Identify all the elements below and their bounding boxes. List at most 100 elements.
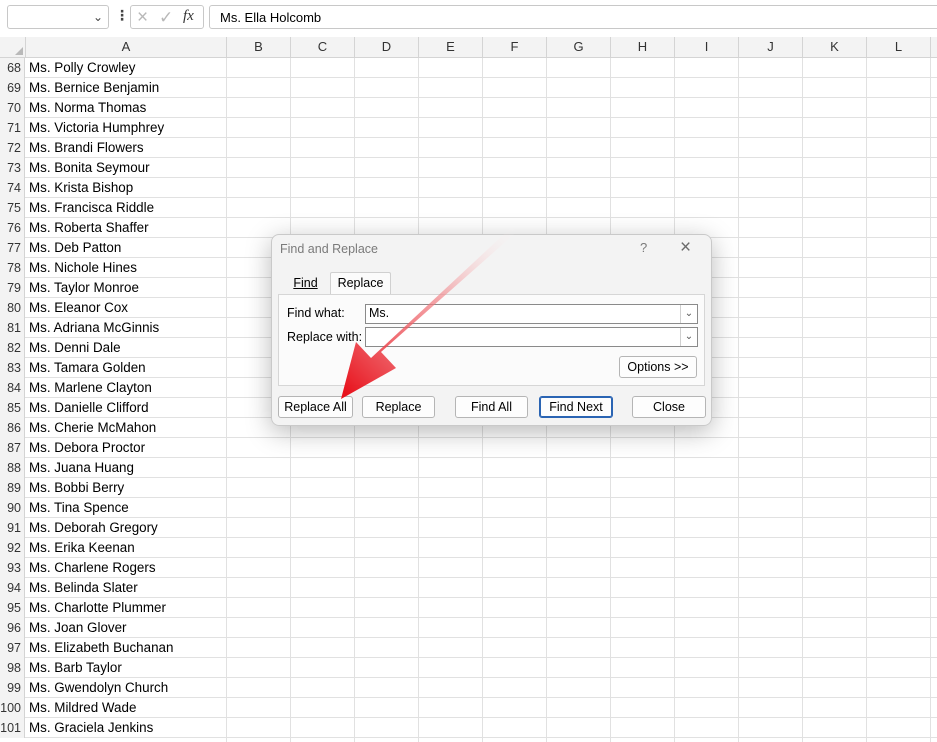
row-number[interactable]: 95 [0, 598, 25, 618]
close-button[interactable]: Close [632, 396, 706, 418]
column-header-i[interactable]: I [675, 37, 739, 57]
column-header-f[interactable]: F [483, 37, 547, 57]
close-icon[interactable]: × [680, 237, 691, 259]
row-number[interactable]: 70 [0, 98, 25, 118]
cell-a[interactable]: Ms. Norma Thomas [26, 98, 146, 118]
row-number[interactable]: 74 [0, 178, 25, 198]
cell-a[interactable]: Ms. Elizabeth Buchanan [26, 638, 173, 658]
cell-a[interactable]: Ms. Deb Patton [26, 238, 121, 258]
row-number[interactable]: 80 [0, 298, 25, 318]
row-number[interactable]: 99 [0, 678, 25, 698]
cell-a[interactable]: Ms. Nichole Hines [26, 258, 137, 278]
column-header-g[interactable]: G [547, 37, 611, 57]
column-header-j[interactable]: J [739, 37, 803, 57]
tab-replace[interactable]: Replace [330, 272, 391, 295]
select-all-corner[interactable] [0, 37, 26, 57]
column-header-e[interactable]: E [419, 37, 483, 57]
help-button[interactable]: ? [640, 240, 647, 255]
cell-a[interactable]: Ms. Mildred Wade [26, 698, 136, 718]
cell-a[interactable]: Ms. Charlotte Plummer [26, 598, 166, 618]
replace-with-input[interactable]: ⌄ [365, 327, 698, 347]
cell-a[interactable]: Ms. Eleanor Cox [26, 298, 128, 318]
column-header-h[interactable]: H [611, 37, 675, 57]
tab-find[interactable]: Find [280, 273, 331, 294]
cell-a[interactable]: Ms. Tamara Golden [26, 358, 146, 378]
chevron-down-icon[interactable]: ⌄ [680, 305, 697, 323]
column-header-a[interactable]: A [26, 37, 227, 57]
cell-a[interactable]: Ms. Bobbi Berry [26, 478, 124, 498]
row-number[interactable]: 73 [0, 158, 25, 178]
cancel-icon[interactable]: × [137, 7, 148, 29]
cell-a[interactable]: Ms. Charlene Rogers [26, 558, 156, 578]
cell-a[interactable]: Ms. Denni Dale [26, 338, 121, 358]
row-number[interactable]: 100 [0, 698, 25, 718]
chevron-down-icon[interactable]: ⌄ [93, 10, 103, 24]
cell-a[interactable]: Ms. Erika Keenan [26, 538, 135, 558]
row-number[interactable]: 87 [0, 438, 25, 458]
row-number[interactable]: 72 [0, 138, 25, 158]
cell-a[interactable]: Ms. Debora Proctor [26, 438, 145, 458]
row-number[interactable]: 83 [0, 358, 25, 378]
cell-a[interactable]: Ms. Adriana McGinnis [26, 318, 159, 338]
formula-input[interactable]: Ms. Ella Holcomb [209, 5, 937, 29]
cell-a[interactable]: Ms. Cherie McMahon [26, 418, 156, 438]
cell-a[interactable]: Ms. Barb Taylor [26, 658, 122, 678]
row-number[interactable]: 94 [0, 578, 25, 598]
replace-button[interactable]: Replace [362, 396, 435, 418]
row-number[interactable]: 93 [0, 558, 25, 578]
row-number[interactable]: 79 [0, 278, 25, 298]
cell-a[interactable]: Ms. Deborah Gregory [26, 518, 158, 538]
row-number[interactable]: 97 [0, 638, 25, 658]
row-number[interactable]: 77 [0, 238, 25, 258]
cell-a[interactable]: Ms. Victoria Humphrey [26, 118, 164, 138]
cell-a[interactable]: Ms. Bonita Seymour [26, 158, 150, 178]
column-header-d[interactable]: D [355, 37, 419, 57]
row-number[interactable]: 90 [0, 498, 25, 518]
cell-a[interactable]: Ms. Taylor Monroe [26, 278, 139, 298]
more-options-icon[interactable]: ⋮ [115, 7, 129, 24]
row-number[interactable]: 86 [0, 418, 25, 438]
column-header-k[interactable]: K [803, 37, 867, 57]
chevron-down-icon[interactable]: ⌄ [680, 328, 697, 346]
check-icon[interactable]: ✓ [159, 8, 173, 28]
row-number[interactable]: 96 [0, 618, 25, 638]
row-number[interactable]: 71 [0, 118, 25, 138]
cell-a[interactable]: Ms. Danielle Clifford [26, 398, 149, 418]
cell-a[interactable]: Ms. Brandi Flowers [26, 138, 144, 158]
row-number[interactable]: 76 [0, 218, 25, 238]
cell-a[interactable]: Ms. Belinda Slater [26, 578, 138, 598]
row-number[interactable]: 91 [0, 518, 25, 538]
cell-a[interactable]: Ms. Francisca Riddle [26, 198, 154, 218]
row-number[interactable]: 89 [0, 478, 25, 498]
cell-a[interactable]: Ms. Roberta Shaffer [26, 218, 149, 238]
row-number[interactable]: 88 [0, 458, 25, 478]
cell-a[interactable]: Ms. Graciela Jenkins [26, 718, 153, 738]
row-number[interactable]: 81 [0, 318, 25, 338]
row-number[interactable]: 85 [0, 398, 25, 418]
row-number[interactable]: 69 [0, 78, 25, 98]
options-button[interactable]: Options >> [619, 356, 697, 378]
row-number[interactable]: 68 [0, 58, 25, 78]
find-next-button[interactable]: Find Next [539, 396, 613, 418]
column-header-l[interactable]: L [867, 37, 931, 57]
cell-a[interactable]: Ms. Marlene Clayton [26, 378, 152, 398]
cell-a[interactable]: Ms. Krista Bishop [26, 178, 133, 198]
cell-a[interactable]: Ms. Tina Spence [26, 498, 129, 518]
insert-function-button[interactable]: fx [183, 8, 194, 25]
cell-a[interactable]: Ms. Bernice Benjamin [26, 78, 159, 98]
name-box[interactable]: ⌄ [7, 5, 109, 29]
find-all-button[interactable]: Find All [455, 396, 528, 418]
row-number[interactable]: 82 [0, 338, 25, 358]
row-number[interactable]: 92 [0, 538, 25, 558]
row-number[interactable]: 98 [0, 658, 25, 678]
column-header-c[interactable]: C [291, 37, 355, 57]
replace-all-button[interactable]: Replace All [278, 396, 353, 418]
row-number[interactable]: 84 [0, 378, 25, 398]
row-number[interactable]: 75 [0, 198, 25, 218]
cell-a[interactable]: Ms. Joan Glover [26, 618, 127, 638]
find-what-input[interactable]: Ms. ⌄ [365, 304, 698, 324]
cell-a[interactable]: Ms. Gwendolyn Church [26, 678, 168, 698]
row-number[interactable]: 101 [0, 718, 25, 738]
row-number[interactable]: 78 [0, 258, 25, 278]
cell-a[interactable]: Ms. Polly Crowley [26, 58, 135, 78]
